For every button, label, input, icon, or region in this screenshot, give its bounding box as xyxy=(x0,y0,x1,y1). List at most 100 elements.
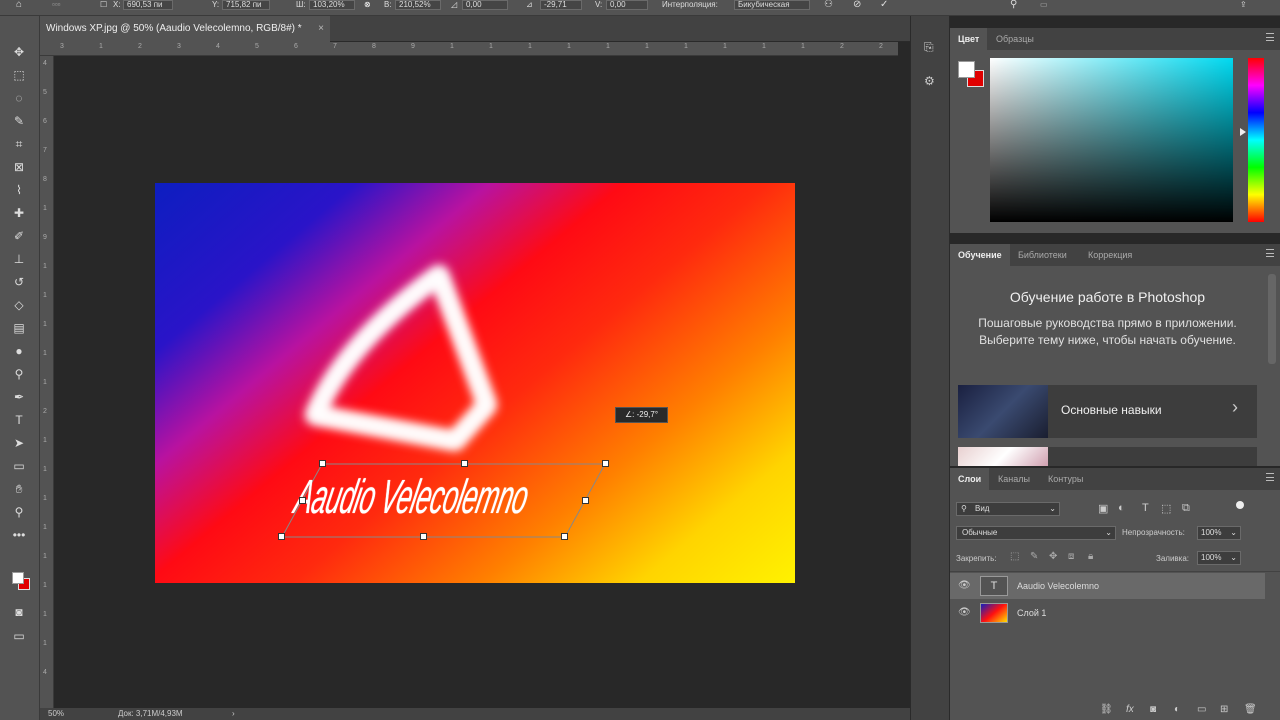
lasso-tool-icon[interactable]: ◌ xyxy=(8,88,30,108)
handle-mid-right[interactable] xyxy=(582,497,589,504)
close-tab-icon[interactable]: × xyxy=(318,16,324,42)
lock-artboard-icon[interactable]: ⧈ xyxy=(1068,551,1074,562)
handle-top-left[interactable] xyxy=(319,460,326,467)
reference-point-icon[interactable]: ▫▫▫ xyxy=(52,0,61,10)
frame-tool-icon[interactable]: ⊠ xyxy=(8,157,30,177)
vskew-field[interactable]: 0,00 xyxy=(606,0,648,10)
history-brush-icon[interactable]: ↺ xyxy=(8,272,30,292)
layer-row-pixel[interactable]: 👁︎ Слой 1 xyxy=(950,600,1265,626)
lock-all-icon[interactable]: 🔒︎ xyxy=(1088,551,1093,562)
healing-brush-icon[interactable]: ✚ xyxy=(8,203,30,223)
move-tool-icon[interactable]: ✥ xyxy=(8,42,30,62)
handle-top-right[interactable] xyxy=(602,460,609,467)
visibility-eye-icon[interactable]: 👁︎ xyxy=(958,573,971,599)
handle-mid-left[interactable] xyxy=(299,497,306,504)
tab-layers[interactable]: Слои xyxy=(950,468,990,490)
height-field[interactable]: 210,52% xyxy=(395,0,441,10)
type-tool-icon[interactable]: T xyxy=(8,410,30,430)
commit-icon[interactable]: ✓ xyxy=(880,0,888,10)
adjustment-layer-icon[interactable]: ◐ xyxy=(1174,704,1180,715)
filter-shape-icon[interactable]: ⬚ xyxy=(1161,502,1171,515)
brush-tool-icon[interactable]: ✐ xyxy=(8,226,30,246)
filter-smart-icon[interactable]: ⧉ xyxy=(1182,502,1190,515)
y-field[interactable]: 715,82 пи xyxy=(222,0,270,10)
properties-panel-icon[interactable]: ⚙ xyxy=(924,74,935,88)
layer-row-text[interactable]: 👁︎ T Aaudio Velecolemno xyxy=(950,573,1265,599)
hand-tool-icon[interactable]: ✋︎ xyxy=(8,479,30,499)
handle-top-mid[interactable] xyxy=(461,460,468,467)
lock-transparent-icon[interactable]: ⬚ xyxy=(1010,551,1019,562)
angle-field[interactable]: 0,00 xyxy=(462,0,508,10)
layer-filter-select[interactable]: ⚲ Вид ⌄ xyxy=(956,502,1060,516)
opacity-field[interactable]: 100% ⌄ xyxy=(1197,526,1241,540)
ruler-horizontal[interactable]: 3 1 2 3 4 5 6 7 8 9 1 1 1 1 1 1 1 1 1 1 2 2 xyxy=(40,42,898,56)
tab-paths[interactable]: Контуры xyxy=(1040,468,1091,490)
delete-layer-icon[interactable]: 🗑︎ xyxy=(1244,704,1257,715)
lock-image-icon[interactable]: ✎ xyxy=(1030,551,1038,562)
panel-menu-icon[interactable] xyxy=(1266,473,1274,481)
path-select-icon[interactable]: ➤ xyxy=(8,433,30,453)
history-panel-icon[interactable]: ⎘ xyxy=(924,40,934,55)
color-field[interactable] xyxy=(990,58,1233,222)
filter-type-icon[interactable]: T xyxy=(1142,502,1149,514)
panel-menu-icon[interactable] xyxy=(1266,249,1274,257)
zoom-level[interactable]: 50% xyxy=(48,708,64,720)
zoom-tool-icon[interactable]: ⚲ xyxy=(8,502,30,522)
tab-adjustments[interactable]: Коррекция xyxy=(1080,244,1140,266)
toolbar-color-swatches[interactable] xyxy=(12,572,32,592)
warp-icon[interactable]: ⚇ xyxy=(824,0,833,10)
tab-swatches[interactable]: Образцы xyxy=(988,28,1042,50)
tab-channels[interactable]: Каналы xyxy=(990,468,1038,490)
document-tab[interactable]: Windows XP.jpg @ 50% (Aaudio Velecolemno… xyxy=(40,16,330,42)
link-icon[interactable]: ⊗ xyxy=(364,0,371,10)
visibility-eye-icon[interactable]: 👁︎ xyxy=(958,600,971,626)
layer-name[interactable]: Aaudio Velecolemno xyxy=(1017,573,1099,599)
blur-tool-icon[interactable]: ● xyxy=(8,341,30,361)
lock-position-icon[interactable]: ✥ xyxy=(1049,551,1057,562)
handle-bottom-mid[interactable] xyxy=(420,533,427,540)
tab-learn[interactable]: Обучение xyxy=(950,244,1010,266)
hue-slider-pointer[interactable] xyxy=(1240,128,1246,136)
dodge-tool-icon[interactable]: ⚲ xyxy=(8,364,30,384)
width-field[interactable]: 103,20% xyxy=(309,0,355,10)
pen-tool-icon[interactable]: ✒ xyxy=(8,387,30,407)
interpolation-select[interactable]: Бикубическая xyxy=(734,0,810,10)
tab-libraries[interactable]: Библиотеки xyxy=(1010,244,1075,266)
eyedropper-tool-icon[interactable]: ⌇ xyxy=(8,180,30,200)
cancel-icon[interactable]: ⊘ xyxy=(853,0,861,10)
eraser-tool-icon[interactable]: ◇ xyxy=(8,295,30,315)
workspace-icon[interactable]: ▭ xyxy=(1040,0,1048,10)
rectangle-tool-icon[interactable]: ▭ xyxy=(8,456,30,476)
filter-adjustment-icon[interactable]: ◐ xyxy=(1118,502,1125,514)
crop-tool-icon[interactable]: ⌗ xyxy=(8,134,30,154)
learn-scrollbar[interactable] xyxy=(1268,274,1276,364)
checkbox-icon[interactable]: ☐ xyxy=(100,0,107,10)
home-icon[interactable]: ⌂ xyxy=(16,0,22,10)
new-group-icon[interactable]: ▭ xyxy=(1197,704,1206,715)
tutorial-card[interactable]: Основные навыки › xyxy=(958,385,1257,438)
new-layer-icon[interactable]: ⊞ xyxy=(1220,704,1228,715)
share-icon[interactable]: ⇪ xyxy=(1240,0,1247,10)
handle-bottom-right[interactable] xyxy=(561,533,568,540)
filter-pixel-icon[interactable]: ▣ xyxy=(1098,502,1108,515)
screen-mode-icon[interactable]: ▭ xyxy=(8,626,30,646)
text-layer-content[interactable]: Aaudio Velecolemno xyxy=(290,470,534,525)
layer-mask-icon[interactable]: ◙ xyxy=(1150,704,1156,715)
quick-select-tool-icon[interactable]: ✎ xyxy=(8,111,30,131)
layer-style-icon[interactable]: fx xyxy=(1126,704,1134,715)
status-menu-arrow[interactable]: › xyxy=(232,708,235,720)
ruler-vertical[interactable]: 4 5 6 7 8 1 9 1 1 1 1 1 2 1 1 1 1 1 1 1 1 4 xyxy=(40,56,54,708)
tab-color[interactable]: Цвет xyxy=(950,28,988,50)
hue-slider[interactable] xyxy=(1248,58,1264,222)
fill-field[interactable]: 100% ⌄ xyxy=(1197,551,1241,565)
tutorial-card-2[interactable] xyxy=(958,447,1257,466)
clone-stamp-icon[interactable]: ⊥ xyxy=(8,249,30,269)
hskew-field[interactable]: -29,71 xyxy=(540,0,582,10)
more-tools-icon[interactable]: ••• xyxy=(8,525,30,545)
link-layers-icon[interactable]: ⛓ xyxy=(1100,704,1113,715)
panel-menu-icon[interactable] xyxy=(1266,33,1274,41)
marquee-tool-icon[interactable]: ⬚ xyxy=(8,65,30,85)
handle-bottom-left[interactable] xyxy=(278,533,285,540)
quick-mask-icon[interactable]: ◙ xyxy=(8,602,30,622)
search-icon[interactable]: ⚲ xyxy=(1010,0,1017,10)
